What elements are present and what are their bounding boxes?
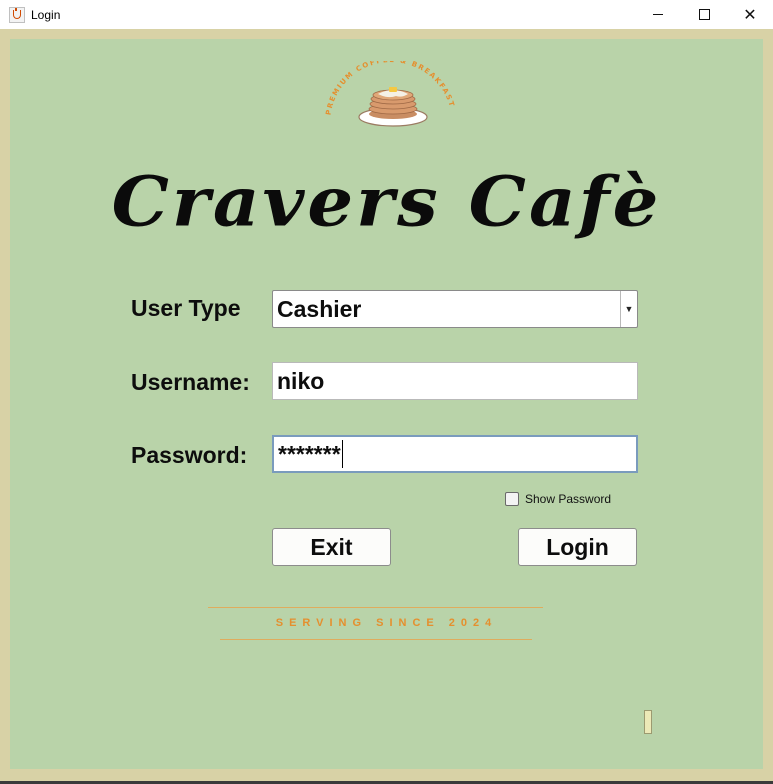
exit-button[interactable]: Exit (272, 528, 391, 566)
brand-title: Cravers Cafè (111, 161, 662, 242)
show-password-checkbox[interactable] (505, 492, 519, 506)
user-type-select[interactable]: Cashier ▼ (272, 290, 638, 328)
window-titlebar: Login ✕ (0, 0, 773, 29)
show-password-toggle[interactable]: Show Password (505, 492, 611, 506)
username-label: Username: (131, 369, 250, 395)
cafe-logo: PREMIUM COFFEE & BREAKFAST (324, 61, 454, 127)
window-controls: ✕ (635, 0, 773, 29)
serving-since-tagline: SERVING SINCE 2024 (275, 617, 498, 629)
divider-top (208, 607, 543, 608)
minimize-button[interactable] (635, 0, 681, 29)
close-icon: ✕ (743, 4, 757, 24)
user-type-value: Cashier (277, 295, 362, 322)
text-caret (341, 440, 343, 468)
java-app-icon (9, 6, 25, 23)
dropdown-arrow-icon[interactable]: ▼ (620, 291, 637, 327)
password-value: ******* (278, 440, 341, 467)
login-panel: PREMIUM COFFEE & BREAKFAST Cravers Cafè … (10, 39, 763, 769)
minimize-icon (653, 14, 663, 15)
username-input[interactable]: niko (272, 362, 638, 400)
username-value: niko (277, 367, 325, 394)
show-password-label: Show Password (525, 492, 612, 506)
window-title: Login (31, 7, 61, 22)
window-frame: PREMIUM COFFEE & BREAKFAST Cravers Cafè … (0, 29, 773, 784)
user-type-label: User Type (131, 295, 241, 321)
maximize-icon (698, 9, 710, 20)
password-input[interactable]: ******* (272, 435, 638, 473)
close-button[interactable]: ✕ (727, 0, 773, 29)
password-label: Password: (131, 442, 248, 468)
divider-bottom (220, 639, 532, 640)
pancake-stack-icon (358, 87, 428, 127)
resize-handle[interactable] (644, 710, 652, 734)
login-button[interactable]: Login (518, 528, 637, 566)
maximize-button[interactable] (681, 0, 727, 29)
